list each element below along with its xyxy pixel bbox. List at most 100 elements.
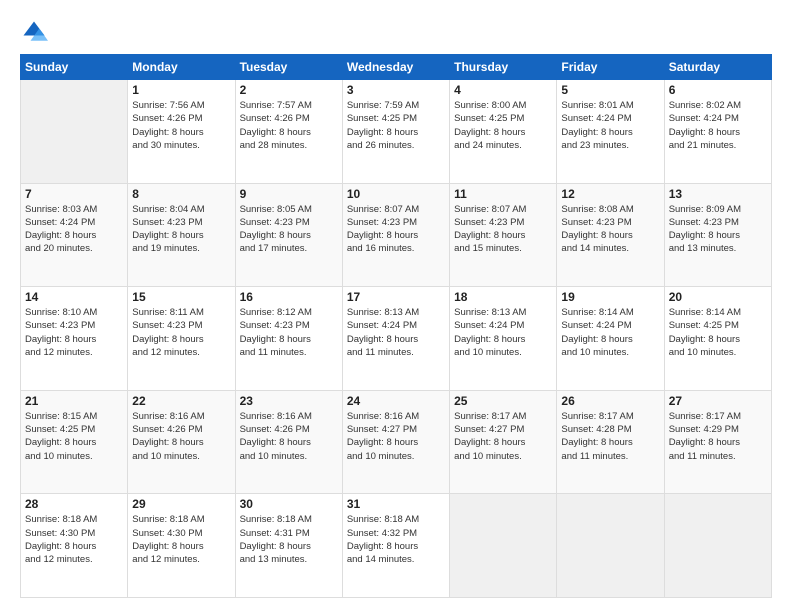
calendar-week-row: 14 Sunrise: 8:10 AM Sunset: 4:23 PM Dayli… (21, 287, 772, 391)
calendar-week-row: 28 Sunrise: 8:18 AM Sunset: 4:30 PM Dayli… (21, 494, 772, 598)
day-info: Sunrise: 8:18 AM Sunset: 4:30 PM Dayligh… (25, 513, 123, 566)
day-info: Sunrise: 8:13 AM Sunset: 4:24 PM Dayligh… (454, 306, 552, 359)
calendar-cell (664, 494, 771, 598)
day-info: Sunrise: 8:10 AM Sunset: 4:23 PM Dayligh… (25, 306, 123, 359)
calendar-header-row: SundayMondayTuesdayWednesdayThursdayFrid… (21, 55, 772, 80)
calendar-cell: 14 Sunrise: 8:10 AM Sunset: 4:23 PM Dayli… (21, 287, 128, 391)
day-number: 26 (561, 394, 659, 408)
day-info: Sunrise: 8:11 AM Sunset: 4:23 PM Dayligh… (132, 306, 230, 359)
day-number: 27 (669, 394, 767, 408)
calendar-cell: 28 Sunrise: 8:18 AM Sunset: 4:30 PM Dayli… (21, 494, 128, 598)
day-info: Sunrise: 7:56 AM Sunset: 4:26 PM Dayligh… (132, 99, 230, 152)
calendar-cell: 11Sunrise: 8:07 AM Sunset: 4:23 PM Dayli… (450, 183, 557, 287)
day-info: Sunrise: 8:05 AM Sunset: 4:23 PM Dayligh… (240, 203, 338, 256)
calendar-table: SundayMondayTuesdayWednesdayThursdayFrid… (20, 54, 772, 598)
calendar-cell: 2 Sunrise: 7:57 AM Sunset: 4:26 PM Daylig… (235, 80, 342, 184)
logo-icon (20, 18, 48, 46)
day-info: Sunrise: 8:15 AM Sunset: 4:25 PM Dayligh… (25, 410, 123, 463)
calendar-cell: 8 Sunrise: 8:04 AM Sunset: 4:23 PM Daylig… (128, 183, 235, 287)
page: SundayMondayTuesdayWednesdayThursdayFrid… (0, 0, 792, 612)
day-number: 8 (132, 187, 230, 201)
calendar-cell: 29Sunrise: 8:18 AM Sunset: 4:30 PM Dayli… (128, 494, 235, 598)
day-number: 5 (561, 83, 659, 97)
day-info: Sunrise: 8:03 AM Sunset: 4:24 PM Dayligh… (25, 203, 123, 256)
calendar-cell: 21 Sunrise: 8:15 AM Sunset: 4:25 PM Dayli… (21, 390, 128, 494)
calendar-cell: 25Sunrise: 8:17 AM Sunset: 4:27 PM Dayli… (450, 390, 557, 494)
calendar-cell: 22Sunrise: 8:16 AM Sunset: 4:26 PM Dayli… (128, 390, 235, 494)
day-number: 31 (347, 497, 445, 511)
calendar-cell: 3 Sunrise: 7:59 AM Sunset: 4:25 PM Daylig… (342, 80, 449, 184)
day-info: Sunrise: 8:02 AM Sunset: 4:24 PM Dayligh… (669, 99, 767, 152)
day-number: 14 (25, 290, 123, 304)
day-info: Sunrise: 8:14 AM Sunset: 4:24 PM Dayligh… (561, 306, 659, 359)
day-number: 11 (454, 187, 552, 201)
calendar-cell: 5 Sunrise: 8:01 AM Sunset: 4:24 PM Daylig… (557, 80, 664, 184)
calendar-col-header: Saturday (664, 55, 771, 80)
calendar-cell: 27 Sunrise: 8:17 AM Sunset: 4:29 PM Dayli… (664, 390, 771, 494)
day-number: 12 (561, 187, 659, 201)
calendar-cell: 1 Sunrise: 7:56 AM Sunset: 4:26 PM Daylig… (128, 80, 235, 184)
day-info: Sunrise: 8:01 AM Sunset: 4:24 PM Dayligh… (561, 99, 659, 152)
day-number: 16 (240, 290, 338, 304)
day-number: 6 (669, 83, 767, 97)
calendar-cell: 24 Sunrise: 8:16 AM Sunset: 4:27 PM Dayli… (342, 390, 449, 494)
calendar-cell (557, 494, 664, 598)
day-number: 29 (132, 497, 230, 511)
calendar-week-row: 7Sunrise: 8:03 AM Sunset: 4:24 PM Daylig… (21, 183, 772, 287)
calendar-cell: 16 Sunrise: 8:12 AM Sunset: 4:23 PM Dayli… (235, 287, 342, 391)
day-number: 15 (132, 290, 230, 304)
calendar-cell: 30 Sunrise: 8:18 AM Sunset: 4:31 PM Dayli… (235, 494, 342, 598)
day-info: Sunrise: 8:16 AM Sunset: 4:26 PM Dayligh… (240, 410, 338, 463)
calendar-cell: 20Sunrise: 8:14 AM Sunset: 4:25 PM Dayli… (664, 287, 771, 391)
day-number: 23 (240, 394, 338, 408)
calendar-cell: 6 Sunrise: 8:02 AM Sunset: 4:24 PM Daylig… (664, 80, 771, 184)
day-number: 20 (669, 290, 767, 304)
day-info: Sunrise: 7:57 AM Sunset: 4:26 PM Dayligh… (240, 99, 338, 152)
day-info: Sunrise: 8:17 AM Sunset: 4:28 PM Dayligh… (561, 410, 659, 463)
day-info: Sunrise: 8:09 AM Sunset: 4:23 PM Dayligh… (669, 203, 767, 256)
day-number: 19 (561, 290, 659, 304)
calendar-cell: 17 Sunrise: 8:13 AM Sunset: 4:24 PM Dayli… (342, 287, 449, 391)
day-info: Sunrise: 8:13 AM Sunset: 4:24 PM Dayligh… (347, 306, 445, 359)
day-number: 9 (240, 187, 338, 201)
calendar-cell: 13Sunrise: 8:09 AM Sunset: 4:23 PM Dayli… (664, 183, 771, 287)
day-number: 21 (25, 394, 123, 408)
calendar-cell: 4 Sunrise: 8:00 AM Sunset: 4:25 PM Daylig… (450, 80, 557, 184)
day-info: Sunrise: 8:18 AM Sunset: 4:31 PM Dayligh… (240, 513, 338, 566)
day-number: 3 (347, 83, 445, 97)
calendar-cell: 9 Sunrise: 8:05 AM Sunset: 4:23 PM Daylig… (235, 183, 342, 287)
day-number: 4 (454, 83, 552, 97)
day-info: Sunrise: 8:18 AM Sunset: 4:32 PM Dayligh… (347, 513, 445, 566)
day-info: Sunrise: 8:12 AM Sunset: 4:23 PM Dayligh… (240, 306, 338, 359)
day-number: 30 (240, 497, 338, 511)
day-number: 10 (347, 187, 445, 201)
day-info: Sunrise: 8:04 AM Sunset: 4:23 PM Dayligh… (132, 203, 230, 256)
calendar-col-header: Friday (557, 55, 664, 80)
day-number: 28 (25, 497, 123, 511)
calendar-col-header: Monday (128, 55, 235, 80)
header (20, 18, 772, 46)
calendar-week-row: 21 Sunrise: 8:15 AM Sunset: 4:25 PM Dayli… (21, 390, 772, 494)
day-number: 17 (347, 290, 445, 304)
day-info: Sunrise: 8:16 AM Sunset: 4:27 PM Dayligh… (347, 410, 445, 463)
day-info: Sunrise: 8:16 AM Sunset: 4:26 PM Dayligh… (132, 410, 230, 463)
calendar-cell (21, 80, 128, 184)
day-info: Sunrise: 8:00 AM Sunset: 4:25 PM Dayligh… (454, 99, 552, 152)
calendar-col-header: Wednesday (342, 55, 449, 80)
day-number: 25 (454, 394, 552, 408)
calendar-cell: 23 Sunrise: 8:16 AM Sunset: 4:26 PM Dayli… (235, 390, 342, 494)
day-info: Sunrise: 8:17 AM Sunset: 4:29 PM Dayligh… (669, 410, 767, 463)
calendar-col-header: Thursday (450, 55, 557, 80)
calendar-cell: 7Sunrise: 8:03 AM Sunset: 4:24 PM Daylig… (21, 183, 128, 287)
calendar-cell: 26 Sunrise: 8:17 AM Sunset: 4:28 PM Dayli… (557, 390, 664, 494)
calendar-cell: 15 Sunrise: 8:11 AM Sunset: 4:23 PM Dayli… (128, 287, 235, 391)
day-number: 2 (240, 83, 338, 97)
day-number: 1 (132, 83, 230, 97)
day-number: 24 (347, 394, 445, 408)
calendar-cell: 10 Sunrise: 8:07 AM Sunset: 4:23 PM Dayli… (342, 183, 449, 287)
day-info: Sunrise: 8:07 AM Sunset: 4:23 PM Dayligh… (347, 203, 445, 256)
calendar-week-row: 1 Sunrise: 7:56 AM Sunset: 4:26 PM Daylig… (21, 80, 772, 184)
day-info: Sunrise: 7:59 AM Sunset: 4:25 PM Dayligh… (347, 99, 445, 152)
logo (20, 18, 52, 46)
calendar-cell: 31 Sunrise: 8:18 AM Sunset: 4:32 PM Dayli… (342, 494, 449, 598)
